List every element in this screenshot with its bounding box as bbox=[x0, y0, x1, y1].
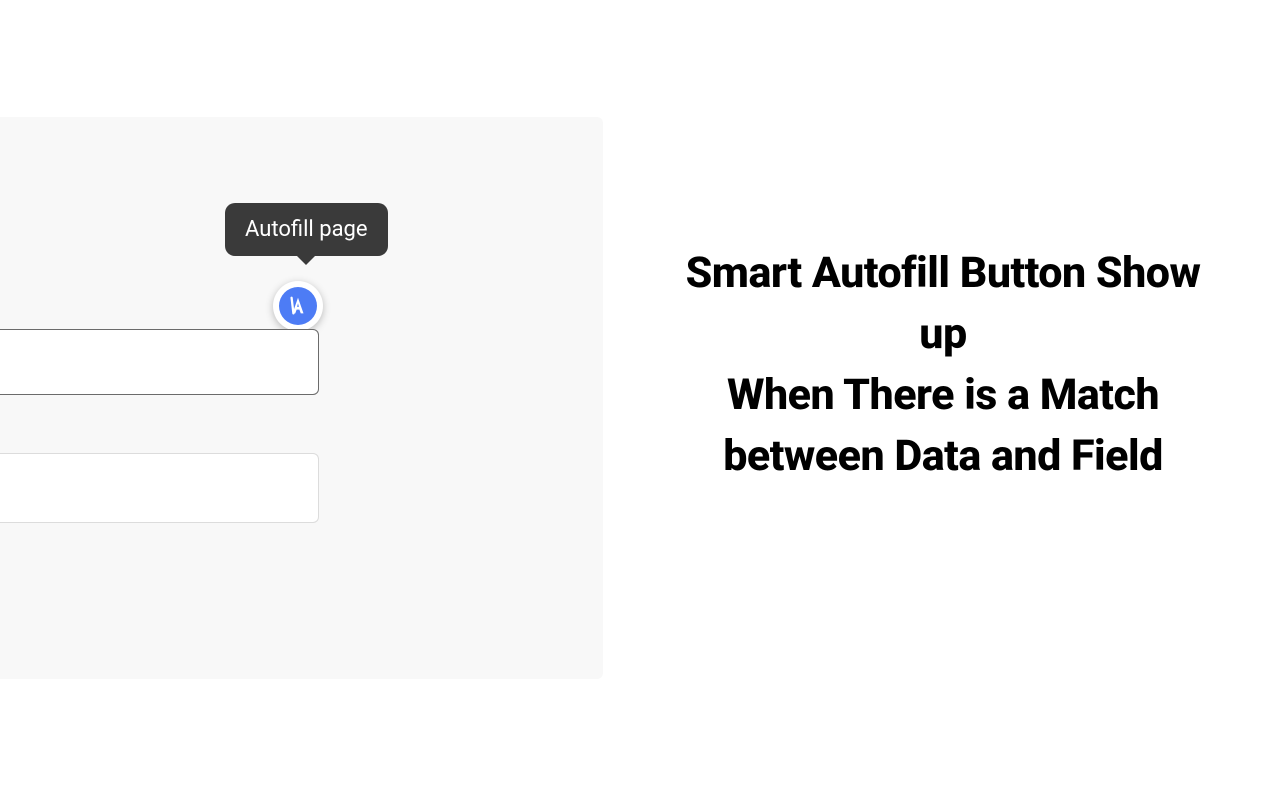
autofill-tooltip: Autofill page bbox=[225, 203, 388, 256]
form-input-2[interactable] bbox=[0, 453, 319, 523]
autofill-icon bbox=[279, 287, 317, 325]
form-input-1[interactable] bbox=[0, 329, 319, 395]
marketing-heading: Smart Autofill Button Show up When There… bbox=[668, 243, 1218, 487]
heading-line-1: Smart Autofill Button Show up bbox=[686, 248, 1201, 359]
tooltip-label: Autofill page bbox=[245, 217, 368, 242]
heading-line-2: When There is a Match between Data and F… bbox=[723, 370, 1163, 481]
screenshot-panel bbox=[0, 117, 603, 679]
autofill-button[interactable] bbox=[273, 281, 323, 331]
